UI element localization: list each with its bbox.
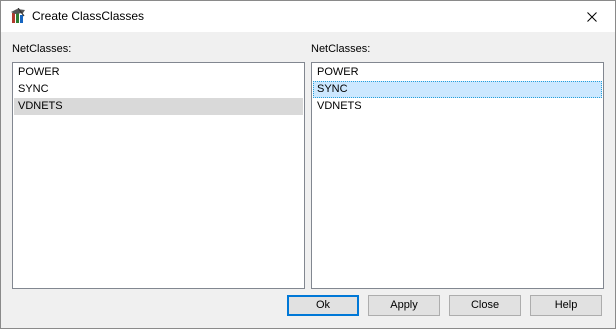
- title-bar[interactable]: Create ClassClasses: [1, 1, 615, 32]
- left-netclasses-label: NetClasses:: [12, 43, 72, 55]
- left-list-item-sync[interactable]: SYNC: [14, 81, 303, 98]
- right-list-item-vdnets[interactable]: VDNETS: [313, 98, 602, 115]
- left-list-item-vdnets[interactable]: VDNETS: [14, 98, 303, 115]
- create-classclasses-dialog: Create ClassClasses NetClasses: POWER SY…: [0, 0, 616, 329]
- apply-button[interactable]: Apply: [368, 295, 440, 316]
- close-icon: [587, 11, 597, 22]
- window-close-button[interactable]: [569, 1, 615, 32]
- help-button[interactable]: Help: [530, 295, 602, 316]
- right-netclasses-label: NetClasses:: [311, 43, 371, 55]
- left-list-item-power[interactable]: POWER: [14, 64, 303, 81]
- right-list-item-power[interactable]: POWER: [313, 64, 602, 81]
- close-button[interactable]: Close: [449, 295, 521, 316]
- ok-button[interactable]: Ok: [287, 295, 359, 316]
- left-netclasses-listbox[interactable]: POWER SYNC VDNETS: [12, 62, 305, 289]
- right-netclasses-listbox[interactable]: POWER SYNC VDNETS: [311, 62, 604, 289]
- class-classes-app-icon: [10, 7, 26, 24]
- window-title: Create ClassClasses: [32, 9, 145, 23]
- right-list-item-sync[interactable]: SYNC: [313, 81, 602, 98]
